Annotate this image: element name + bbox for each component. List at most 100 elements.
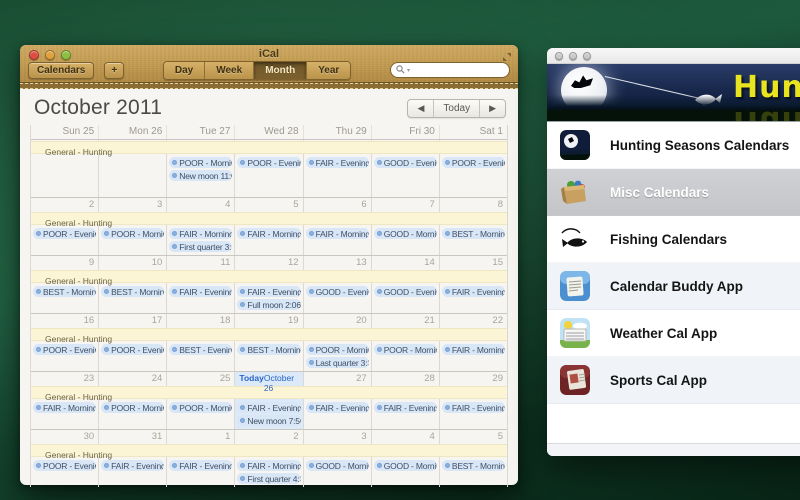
calendar-event[interactable]: FAIR - Evening [306, 402, 369, 413]
day-cell[interactable]: 6FAIR - Morning [304, 198, 372, 255]
day-cell[interactable]: 22FAIR - Morning [440, 314, 507, 371]
catalog-item-fishing-calendars[interactable]: Fishing Calendars [547, 216, 800, 263]
minimize-button[interactable] [45, 50, 55, 60]
all-day-event-banner[interactable]: General - Hunting [31, 444, 507, 457]
calendar-event[interactable]: Last quarter 3:30am [306, 357, 369, 368]
calendar-event[interactable]: POOR - Morning [101, 228, 164, 239]
search-field[interactable]: ▾ [390, 62, 510, 78]
catalog-titlebar[interactable] [547, 48, 800, 64]
day-cell[interactable]: 11FAIR - Evening [167, 256, 235, 313]
day-cell[interactable]: 3POOR - Morning [99, 198, 167, 255]
calendar-event[interactable]: POOR - Morning [169, 402, 232, 413]
day-cell[interactable]: 14GOOD - Evening [372, 256, 440, 313]
day-cell[interactable]: 23FAIR - Morning [31, 372, 99, 429]
previous-month-button[interactable]: ◀ [408, 100, 434, 117]
calendar-event[interactable]: POOR - Morning [169, 157, 232, 168]
search-options-chevron-icon[interactable]: ▾ [407, 67, 410, 74]
all-day-event-banner[interactable]: General - Hunting [31, 141, 507, 154]
calendars-button[interactable]: Calendars [28, 62, 94, 79]
add-event-button[interactable]: + [104, 62, 124, 79]
calendar-event[interactable]: GOOD - Evening [374, 286, 437, 297]
calendar-event[interactable]: POOR - Evening [442, 157, 505, 168]
zoom-button[interactable] [61, 50, 71, 60]
calendar-event[interactable]: POOR - Morning [374, 344, 437, 355]
ical-titlebar[interactable]: iCal Calendars + DayWeekMonthYear ▾ [20, 45, 518, 83]
close-button[interactable] [29, 50, 39, 60]
all-day-event-banner[interactable]: General - Hunting [31, 328, 507, 341]
view-segment-day[interactable]: Day [164, 62, 205, 79]
day-cell[interactable]: 1FAIR - Evening [167, 430, 235, 487]
view-segment-week[interactable]: Week [205, 62, 254, 79]
catalog-item-calendar-buddy-app[interactable]: Calendar Buddy App [547, 263, 800, 310]
day-cell[interactable]: 8BEST - Morning [440, 198, 507, 255]
calendar-event[interactable]: BEST - Evening [169, 344, 232, 355]
calendar-event[interactable]: New moon 11:09am [169, 170, 232, 181]
calendar-event[interactable]: FAIR - Evening [237, 402, 300, 413]
day-cell[interactable]: 7GOOD - Morning [372, 198, 440, 255]
calendar-event[interactable]: POOR - Evening [33, 344, 96, 355]
calendar-event[interactable]: POOR - Morning [101, 402, 164, 413]
day-cell[interactable]: 29FAIR - Evening [440, 372, 507, 429]
calendar-event[interactable]: FAIR - Evening [101, 460, 164, 471]
all-day-event-banner[interactable]: General - Hunting [31, 270, 507, 283]
calendar-event[interactable]: GOOD - Morning [306, 460, 369, 471]
day-cell[interactable]: 4GOOD - Morning [372, 430, 440, 487]
day-cell[interactable]: 24POOR - Morning [99, 372, 167, 429]
day-cell[interactable]: 3GOOD - Morning [304, 430, 372, 487]
zoom-button[interactable] [583, 52, 591, 60]
day-cell[interactable]: 13GOOD - Evening [304, 256, 372, 313]
calendar-event[interactable]: FAIR - Evening [374, 402, 437, 413]
calendar-event[interactable]: FAIR - Morning [442, 344, 505, 355]
calendar-event[interactable]: FAIR - Evening [442, 286, 505, 297]
catalog-item-misc-calendars[interactable]: Misc Calendars [547, 169, 800, 216]
calendar-event[interactable]: FAIR - Morning [33, 402, 96, 413]
day-cell[interactable]: 4FAIR - MorningFirst quarter 3:15am [167, 198, 235, 255]
day-cell[interactable]: 12FAIR - EveningFull moon 2:06am [235, 256, 303, 313]
search-input[interactable] [412, 65, 492, 75]
calendar-event[interactable]: FAIR - Morning [306, 228, 369, 239]
day-cell[interactable]: 15FAIR - Evening [440, 256, 507, 313]
calendar-event[interactable]: BEST - Morning [442, 460, 505, 471]
day-cell[interactable]: 21POOR - Morning [372, 314, 440, 371]
calendar-event[interactable]: First quarter 3:15am [169, 241, 232, 252]
calendar-event[interactable]: FAIR - Evening [169, 286, 232, 297]
calendar-event[interactable]: FAIR - Morning [169, 228, 232, 239]
calendar-event[interactable]: GOOD - Morning [374, 228, 437, 239]
day-cell[interactable]: TodayOctober 26FAIR - EveningNew moon 7:… [235, 372, 303, 429]
close-button[interactable] [555, 52, 563, 60]
day-cell[interactable]: 16POOR - Evening [31, 314, 99, 371]
calendar-event[interactable]: POOR - Evening [33, 228, 96, 239]
calendar-event[interactable]: New moon 7:56pm [237, 415, 300, 426]
calendar-event[interactable]: GOOD - Morning [374, 460, 437, 471]
catalog-item-weather-cal-app[interactable]: Weather Cal App [547, 310, 800, 357]
day-cell[interactable]: 28FAIR - Evening [372, 372, 440, 429]
catalog-item-sports-cal-app[interactable]: Sports Cal App [547, 357, 800, 404]
day-cell[interactable]: 27FAIR - Evening [304, 372, 372, 429]
calendar-event[interactable]: First quarter 4:38pm [237, 473, 300, 484]
day-cell[interactable]: 20POOR - MorningLast quarter 3:30am [304, 314, 372, 371]
calendar-event[interactable]: GOOD - Evening [306, 286, 369, 297]
calendar-event[interactable]: FAIR - Evening [306, 157, 369, 168]
calendar-event[interactable]: FAIR - Evening [442, 402, 505, 413]
minimize-button[interactable] [569, 52, 577, 60]
day-cell[interactable]: 19BEST - Morning [235, 314, 303, 371]
day-cell[interactable]: 2POOR - Evening [31, 198, 99, 255]
day-cell[interactable]: 25POOR - Morning [167, 372, 235, 429]
calendar-event[interactable]: BEST - Morning [101, 286, 164, 297]
view-segment-year[interactable]: Year [307, 62, 350, 79]
day-cell[interactable]: 10BEST - Morning [99, 256, 167, 313]
calendar-event[interactable]: Full moon 2:06am [237, 299, 300, 310]
calendar-event[interactable]: POOR - Evening [237, 157, 300, 168]
catalog-item-hunting-seasons-calendars[interactable]: Hunting Seasons Calendars [547, 122, 800, 169]
day-cell[interactable]: 17POOR - Evening [99, 314, 167, 371]
calendar-event[interactable]: FAIR - Evening [169, 460, 232, 471]
calendar-event[interactable]: BEST - Morning [33, 286, 96, 297]
next-month-button[interactable]: ▶ [480, 100, 505, 117]
calendar-event[interactable]: GOOD - Evening [374, 157, 437, 168]
day-cell[interactable]: 9BEST - Morning [31, 256, 99, 313]
today-button[interactable]: Today [434, 100, 480, 117]
calendar-event[interactable]: FAIR - Morning [237, 228, 300, 239]
day-cell[interactable]: 5FAIR - Morning [235, 198, 303, 255]
view-segment-month[interactable]: Month [254, 62, 307, 79]
calendar-event[interactable]: BEST - Morning [237, 344, 300, 355]
